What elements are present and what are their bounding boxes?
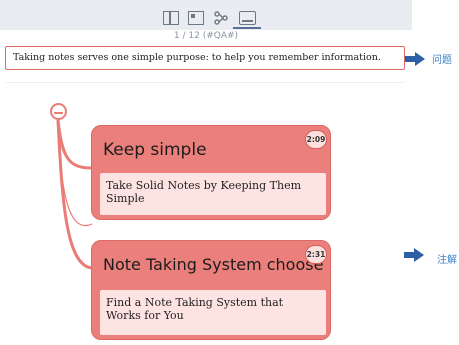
card-answer[interactable]: Find a Note Taking System that Works for… (100, 290, 326, 335)
card-note-taking-system[interactable]: Note Taking System choose 2:31 Find a No… (91, 240, 331, 340)
question-box[interactable]: Taking notes serves one simple purpose: … (5, 46, 405, 70)
card-keep-simple[interactable]: Keep simple 2:09 Take Solid Notes by Kee… (91, 125, 331, 220)
question-side-label[interactable]: 问题 (432, 51, 452, 66)
book-icon[interactable] (163, 11, 179, 25)
answer-arrow-icon[interactable] (403, 247, 425, 267)
page-counter: 1 / 12 (#QA#) (173, 31, 239, 41)
timer-badge: 2:31 (305, 245, 327, 264)
card-title: Keep simple (103, 140, 207, 160)
mindmap-icon[interactable] (213, 11, 229, 25)
collapse-icon[interactable] (50, 103, 67, 120)
timer-badge: 2:09 (305, 130, 327, 149)
divider (5, 82, 405, 83)
card-icon[interactable] (239, 11, 256, 25)
card-title: Note Taking System choose (103, 255, 324, 274)
card-answer[interactable]: Take Solid Notes by Keeping Them Simple (100, 173, 326, 215)
layout-icon[interactable] (188, 11, 204, 25)
question-arrow-icon[interactable] (404, 51, 426, 71)
toolbar (0, 0, 412, 30)
answer-side-label[interactable]: 注解 (437, 251, 457, 266)
active-tab-indicator (233, 27, 261, 29)
